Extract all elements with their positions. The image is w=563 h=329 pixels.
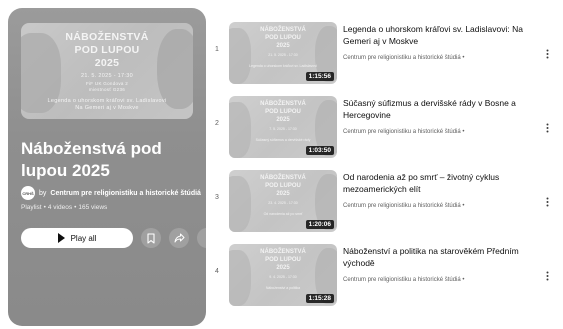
thumbnail-title-line-2: POD LUPOU xyxy=(265,35,301,41)
playlist-title: Náboženstvá pod lupou 2025 xyxy=(21,139,162,180)
thumbnail-lecture: Legenda o uhorskom kráľovi sv. Ladislavo… xyxy=(249,64,317,68)
playlist-more-button[interactable] xyxy=(197,228,206,248)
channel-dot: • xyxy=(462,277,465,283)
thumbnail-title-line-3: 2025 xyxy=(276,265,290,271)
thumbnail-title-line-2: POD LUPOU xyxy=(74,44,140,56)
owner-channel-link[interactable]: Centrum pre religionistiku a historické … xyxy=(50,190,201,197)
playlist-views: 165 views xyxy=(78,204,108,211)
video-index: 2 xyxy=(215,120,219,127)
channel-avatar-text: CRHŠ xyxy=(22,190,34,196)
thumbnail-lecture-line-1: Legenda o uhorskom kráľovi sv. Ladislavo… xyxy=(47,98,167,104)
share-icon xyxy=(174,233,184,243)
duration-badge: 1:15:28 xyxy=(305,294,334,303)
play-icon xyxy=(57,233,65,243)
more-vertical-icon xyxy=(546,123,548,133)
video-channel: Centrum pre religionistiku a historické … xyxy=(343,129,465,135)
video-more-button[interactable] xyxy=(543,270,551,282)
duration-badge: 1:20:06 xyxy=(305,220,334,229)
playlist-video-row[interactable]: 2 NÁBOŽENSTVÁ POD LUPOU 2025 7. 5. 2025 … xyxy=(210,88,563,160)
playlist-video-row[interactable]: 4 NÁBOŽENSTVÁ POD LUPOU 2025 9. 4. 2025 … xyxy=(210,236,563,308)
play-all-label: Play all xyxy=(70,233,97,243)
playlist-video-row[interactable]: 1 NÁBOŽENSTVÁ POD LUPOU 2025 21. 5. 2025… xyxy=(210,14,563,86)
channel-dot: • xyxy=(462,55,465,61)
playlist-type: Playlist xyxy=(21,204,42,211)
thumbnail-venue: FiF UK Gondova 2 xyxy=(85,81,129,86)
thumbnail-lecture-line-2: Na Gemeri aj v Moskve xyxy=(75,105,139,111)
video-title[interactable]: Legenda o uhorskom kráľovi sv. Ladislavo… xyxy=(343,23,538,47)
thumbnail-title-line-2: POD LUPOU xyxy=(265,183,301,189)
play-all-button[interactable]: Play all xyxy=(21,228,133,248)
save-playlist-button[interactable] xyxy=(141,228,161,248)
playlist-video-count: 4 videos xyxy=(47,204,73,211)
video-index: 1 xyxy=(215,46,219,53)
more-vertical-icon xyxy=(546,271,548,281)
video-title[interactable]: Od narodenia až po smrť – životný cyklus… xyxy=(343,171,538,195)
video-title[interactable]: Súčasný súfizmus a dervišské rády v Bosn… xyxy=(343,97,538,121)
thumbnail-date: 21. 5. 2025 - 17:30 xyxy=(268,53,298,57)
playlist-video-row[interactable]: 3 NÁBOŽENSTVÁ POD LUPOU 2025 23. 4. 2025… xyxy=(210,162,563,234)
channel-link[interactable]: Centrum pre religionistiku a historické … xyxy=(343,129,461,135)
video-title[interactable]: Náboženství a politika na starověkém Pře… xyxy=(343,245,538,269)
channel-link[interactable]: Centrum pre religionistiku a historické … xyxy=(343,203,461,209)
playlist-owner[interactable]: CRHŠ by Centrum pre religionistiku a his… xyxy=(21,185,201,201)
channel-dot: • xyxy=(462,129,465,135)
video-thumbnail[interactable]: NÁBOŽENSTVÁ POD LUPOU 2025 9. 4. 2025 - … xyxy=(229,244,337,306)
share-playlist-button[interactable] xyxy=(169,228,189,248)
thumbnail-date: 9. 4. 2025 - 17:30 xyxy=(269,275,297,279)
thumbnail-lecture: Od narodenia až po smrť xyxy=(263,212,303,216)
video-index: 3 xyxy=(215,194,219,201)
playlist-meta: Playlist • 4 videos • 165 views xyxy=(21,204,107,211)
thumbnail-title-line-1: NÁBOŽENSTVÁ xyxy=(260,175,306,181)
video-channel: Centrum pre religionistiku a historické … xyxy=(343,55,465,61)
thumbnail-title-line-3: 2025 xyxy=(276,43,290,49)
channel-avatar[interactable]: CRHŠ xyxy=(21,186,35,200)
more-vertical-icon xyxy=(205,233,206,243)
video-more-button[interactable] xyxy=(543,122,551,134)
thumbnail-title-line-1: NÁBOŽENSTVÁ xyxy=(260,249,306,255)
thumbnail-title-line-3: 2025 xyxy=(94,57,120,69)
more-vertical-icon xyxy=(546,49,548,59)
more-vertical-icon xyxy=(546,197,548,207)
video-more-button[interactable] xyxy=(543,196,551,208)
playlist-page: NÁBOŽENSTVÁ POD LUPOU 2025 21. 5. 2025 -… xyxy=(0,0,563,329)
video-more-button[interactable] xyxy=(543,48,551,60)
thumbnail-title-line-3: 2025 xyxy=(276,117,290,123)
thumbnail-date: 21. 5. 2025 - 17:30 xyxy=(81,73,133,79)
duration-badge: 1:03:50 xyxy=(305,146,334,155)
channel-dot: • xyxy=(462,203,465,209)
video-index: 4 xyxy=(215,268,219,275)
thumbnail-room: miestnosť G236 xyxy=(88,87,126,92)
thumbnail-title-line-1: NÁBOŽENSTVÁ xyxy=(260,27,306,33)
channel-link[interactable]: Centrum pre religionistiku a historické … xyxy=(343,277,461,283)
video-channel: Centrum pre religionistiku a historické … xyxy=(343,277,465,283)
thumbnail-title-line-1: NÁBOŽENSTVÁ xyxy=(260,101,306,107)
channel-link[interactable]: Centrum pre religionistiku a historické … xyxy=(343,55,461,61)
playlist-actions: Play all xyxy=(21,228,206,248)
thumbnail-title-line-2: POD LUPOU xyxy=(265,109,301,115)
bookmark-icon xyxy=(147,232,155,244)
thumbnail-date: 23. 4. 2025 - 17:30 xyxy=(268,201,298,205)
thumbnail-title-line-3: 2025 xyxy=(276,191,290,197)
duration-badge: 1:15:56 xyxy=(305,72,334,81)
video-thumbnail[interactable]: NÁBOŽENSTVÁ POD LUPOU 2025 7. 5. 2025 - … xyxy=(229,96,337,158)
owner-by-label: by xyxy=(39,189,47,197)
thumbnail-title-line-2: POD LUPOU xyxy=(265,257,301,263)
video-thumbnail[interactable]: NÁBOŽENSTVÁ POD LUPOU 2025 21. 5. 2025 -… xyxy=(229,22,337,84)
thumbnail-lecture: Súčasný súfizmus a dervišské rády xyxy=(255,138,311,142)
thumbnail-title-line-1: NÁBOŽENSTVÁ xyxy=(65,31,149,43)
thumbnail-lecture: Náboženství a politika xyxy=(265,286,301,290)
playlist-header-card: NÁBOŽENSTVÁ POD LUPOU 2025 21. 5. 2025 -… xyxy=(8,8,206,326)
video-channel: Centrum pre religionistiku a historické … xyxy=(343,203,465,209)
thumbnail-date: 7. 5. 2025 - 17:30 xyxy=(269,127,297,131)
playlist-thumbnail[interactable]: NÁBOŽENSTVÁ POD LUPOU 2025 21. 5. 2025 -… xyxy=(21,23,193,119)
video-thumbnail[interactable]: NÁBOŽENSTVÁ POD LUPOU 2025 23. 4. 2025 -… xyxy=(229,170,337,232)
